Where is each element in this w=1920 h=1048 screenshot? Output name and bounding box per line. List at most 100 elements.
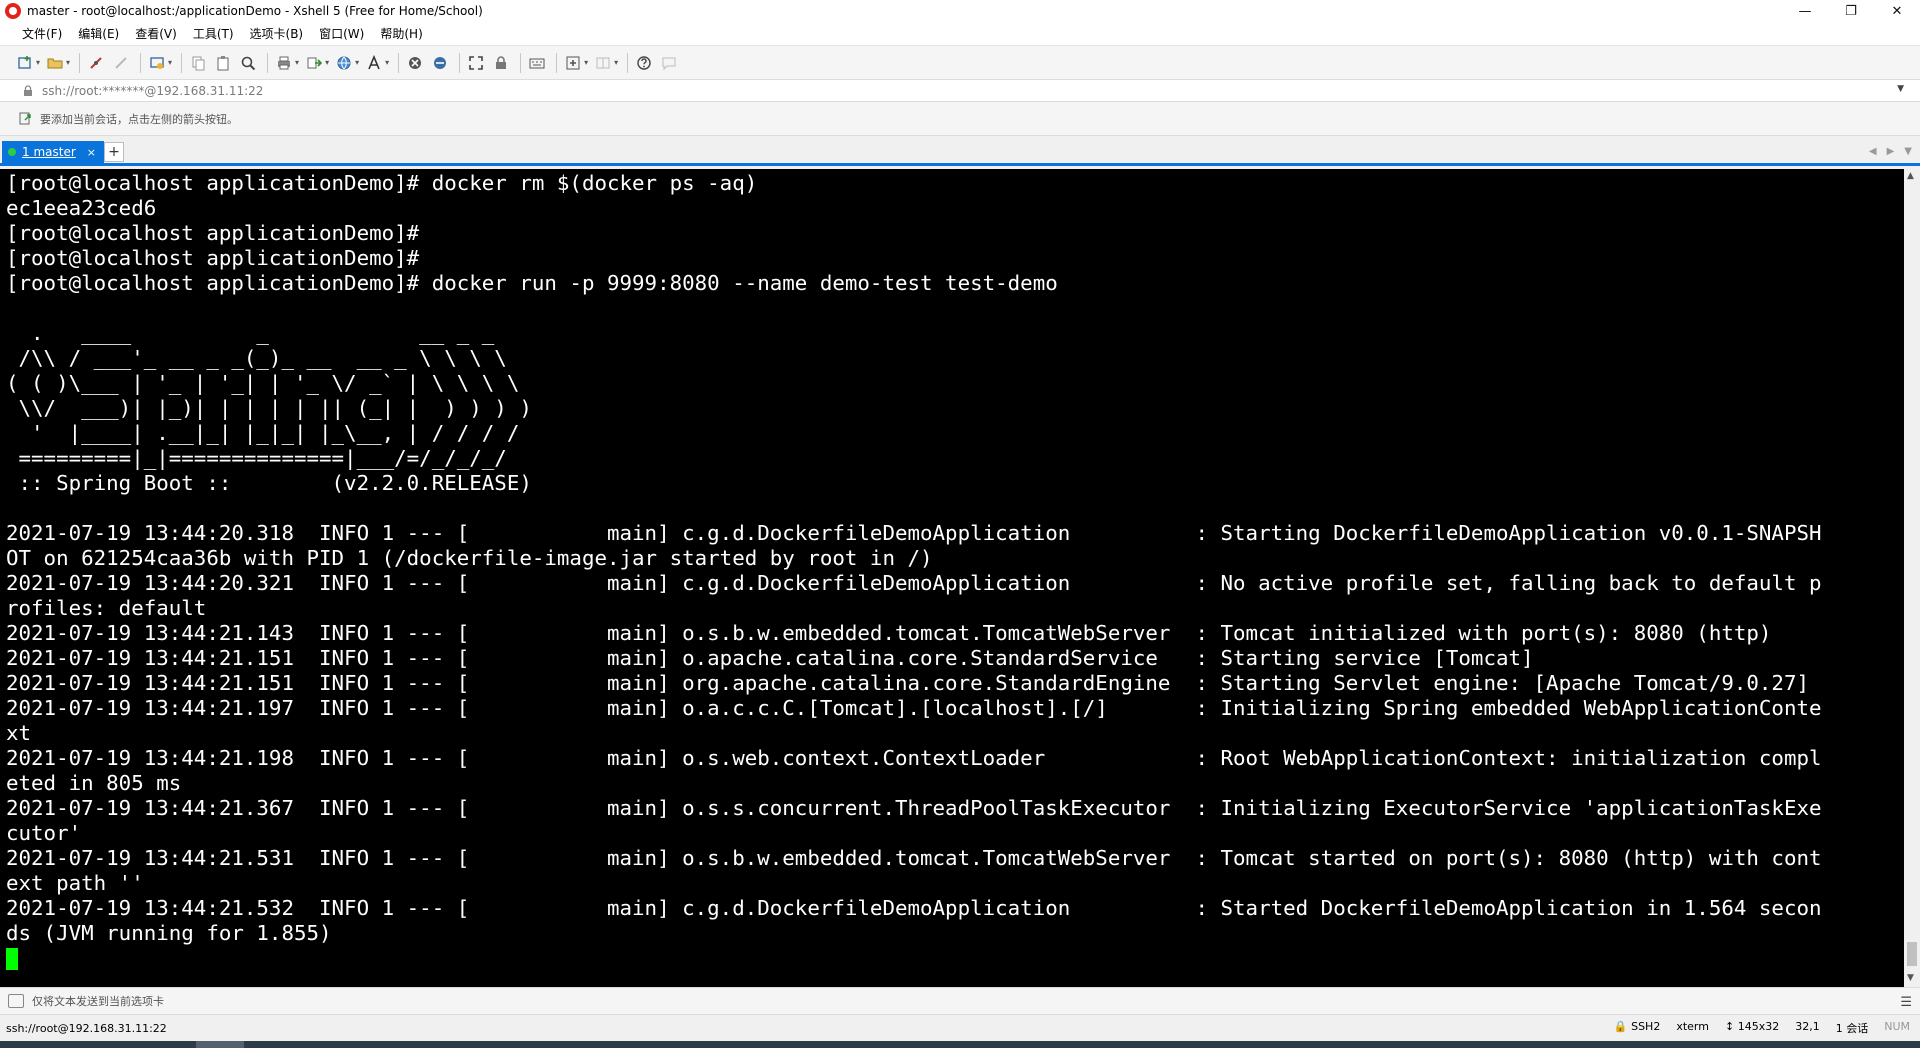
address-lock-icon xyxy=(20,83,36,99)
xftp-icon[interactable] xyxy=(404,52,426,74)
transfer-icon[interactable] xyxy=(303,52,325,74)
menu-edit[interactable]: 编辑(E) xyxy=(70,25,127,42)
status-sessions: 1 会话 xyxy=(1835,1022,1869,1035)
terminal-cursor xyxy=(6,948,18,970)
maximize-button[interactable]: ❐ xyxy=(1828,0,1874,22)
tile-dropdown-icon[interactable]: ▾ xyxy=(614,58,618,67)
terminal-line: ( ( )\___ | '_ | '_| | '_ \/ _` | \ \ \ … xyxy=(6,371,520,395)
window-title: master - root@localhost:/applicationDemo… xyxy=(27,4,483,18)
open-dropdown-icon[interactable]: ▾ xyxy=(66,58,70,67)
tab-prev-icon[interactable]: ◀ xyxy=(1869,146,1877,157)
close-button[interactable]: ✕ xyxy=(1874,0,1920,22)
terminal-line: /\\ / ___'_ __ _ _(_)_ __ __ _ \ \ \ \ xyxy=(6,346,507,370)
terminal-line: xt xyxy=(6,721,32,745)
toolbar-separator xyxy=(627,52,629,73)
tab-navigation: ◀ ▶ ▼ xyxy=(1869,146,1912,157)
status-protocol: 🔒 SSH2 xyxy=(1614,1020,1660,1036)
properties-dropdown-icon[interactable]: ▾ xyxy=(168,58,172,67)
menu-file[interactable]: 文件(F) xyxy=(14,25,70,42)
xshell-logo-icon xyxy=(5,3,21,19)
reconnect-icon[interactable] xyxy=(85,52,107,74)
terminal-line: eted in 805 ms xyxy=(6,771,182,795)
status-lock-icon: 🔒 xyxy=(1613,1020,1628,1033)
chat-icon[interactable] xyxy=(658,52,680,74)
status-num: NUM xyxy=(1884,1020,1910,1033)
tab-close-icon[interactable]: × xyxy=(87,146,96,159)
address-input[interactable] xyxy=(42,80,1842,101)
toolbar-separator xyxy=(556,52,558,73)
status-connection: ssh://root@192.168.31.11:22 xyxy=(6,1021,167,1035)
session-properties-icon[interactable] xyxy=(146,52,168,74)
globe-icon[interactable] xyxy=(333,52,355,74)
new-session-dropdown-icon[interactable]: ▾ xyxy=(36,58,40,67)
terminal-line: [root@localhost applicationDemo]# docker… xyxy=(6,171,758,195)
compose-bar[interactable]: 仅将文本发送到当前选项卡 ☰ xyxy=(0,987,1920,1015)
toolbar-separator xyxy=(79,52,81,73)
minimize-button[interactable]: — xyxy=(1782,0,1828,22)
paste-icon[interactable] xyxy=(212,52,234,74)
status-indicators: 🔒 SSH2 xterm ↕ 145x32 32,1 1 会话 NUM xyxy=(1614,1020,1910,1036)
terminal-output[interactable]: [root@localhost applicationDemo]# docker… xyxy=(0,169,1904,987)
toolbar-separator xyxy=(181,52,183,73)
globe-dropdown-icon[interactable]: ▾ xyxy=(355,58,359,67)
terminal-line: 2021-07-19 13:44:21.197 INFO 1 --- [ mai… xyxy=(6,696,1822,720)
add-session-arrow-icon[interactable] xyxy=(18,111,34,127)
tile-icon[interactable] xyxy=(592,52,614,74)
menu-window[interactable]: 窗口(W) xyxy=(311,25,372,42)
tab-master[interactable]: 1 master × xyxy=(2,141,104,163)
terminal-cursor-line xyxy=(6,946,1904,971)
fullscreen-icon[interactable] xyxy=(465,52,487,74)
copy-icon[interactable] xyxy=(187,52,209,74)
terminal-scrollbar[interactable]: ▲ ▼ xyxy=(1904,169,1920,987)
terminal-line: . ____ _ __ _ _ xyxy=(6,321,495,345)
menu-help[interactable]: 帮助(H) xyxy=(372,25,430,42)
menu-bar: 文件(F) 编辑(E) 查看(V) 工具(T) 选项卡(B) 窗口(W) 帮助(… xyxy=(0,22,1920,46)
tunneling-icon[interactable] xyxy=(429,52,451,74)
compose-menu-icon[interactable]: ☰ xyxy=(1900,995,1912,1010)
toolbar-separator xyxy=(520,52,522,73)
terminal-line: ext path '' xyxy=(6,871,144,895)
new-session-icon[interactable] xyxy=(14,52,36,74)
terminal-line: ec1eea23ced6 xyxy=(6,196,157,220)
terminal-line: ds (JVM running for 1.855) xyxy=(6,921,332,945)
terminal-line: 2021-07-19 13:44:21.143 INFO 1 --- [ mai… xyxy=(6,621,1772,645)
layout-dropdown-icon[interactable]: ▾ xyxy=(584,58,588,67)
lock-icon[interactable] xyxy=(490,52,512,74)
font-icon[interactable] xyxy=(363,52,385,74)
print-icon[interactable] xyxy=(273,52,295,74)
taskbar-segment xyxy=(196,1041,244,1048)
add-tab-button[interactable]: + xyxy=(104,142,124,162)
terminal-line: 2021-07-19 13:44:21.151 INFO 1 --- [ mai… xyxy=(6,671,1809,695)
find-icon[interactable] xyxy=(237,52,259,74)
scrollbar-thumb[interactable] xyxy=(1907,942,1917,966)
keyboard-icon[interactable] xyxy=(526,52,548,74)
font-dropdown-icon[interactable]: ▾ xyxy=(385,58,389,67)
tab-next-icon[interactable]: ▶ xyxy=(1887,146,1895,157)
scroll-up-icon[interactable]: ▲ xyxy=(1907,171,1914,181)
status-size-text: 145x32 xyxy=(1737,1020,1780,1033)
transfer-dropdown-icon[interactable]: ▾ xyxy=(325,58,329,67)
disconnect-icon[interactable] xyxy=(110,52,132,74)
help-icon[interactable] xyxy=(633,52,655,74)
toolbar-separator xyxy=(140,52,142,73)
terminal-line: \\/ ___)| |_)| | | | | || (_| | ) ) ) ) xyxy=(6,396,532,420)
menu-view[interactable]: 查看(V) xyxy=(127,25,185,42)
add-layout-icon[interactable] xyxy=(562,52,584,74)
menu-tools[interactable]: 工具(T) xyxy=(185,25,242,42)
status-size: ↕ 145x32 xyxy=(1725,1020,1779,1036)
menu-tabs[interactable]: 选项卡(B) xyxy=(242,25,312,42)
terminal-line: :: Spring Boot :: (v2.2.0.RELEASE) xyxy=(6,471,532,495)
address-dropdown-icon[interactable]: ▼ xyxy=(1897,84,1904,94)
status-bar: ssh://root@192.168.31.11:22 🔒 SSH2 xterm… xyxy=(0,1015,1920,1041)
terminal-line: 2021-07-19 13:44:20.318 INFO 1 --- [ mai… xyxy=(6,521,1822,545)
print-dropdown-icon[interactable]: ▾ xyxy=(295,58,299,67)
scroll-down-icon[interactable]: ▼ xyxy=(1907,973,1914,983)
tab-status-dot xyxy=(8,148,16,156)
open-folder-icon[interactable] xyxy=(44,52,66,74)
terminal-line: [root@localhost applicationDemo]# docker… xyxy=(6,271,1058,295)
terminal-line: 2021-07-19 13:44:21.531 INFO 1 --- [ mai… xyxy=(6,846,1822,870)
session-hint-text: 要添加当前会话，点击左侧的箭头按钮。 xyxy=(40,112,238,126)
tab-list-icon[interactable]: ▼ xyxy=(1904,146,1912,157)
